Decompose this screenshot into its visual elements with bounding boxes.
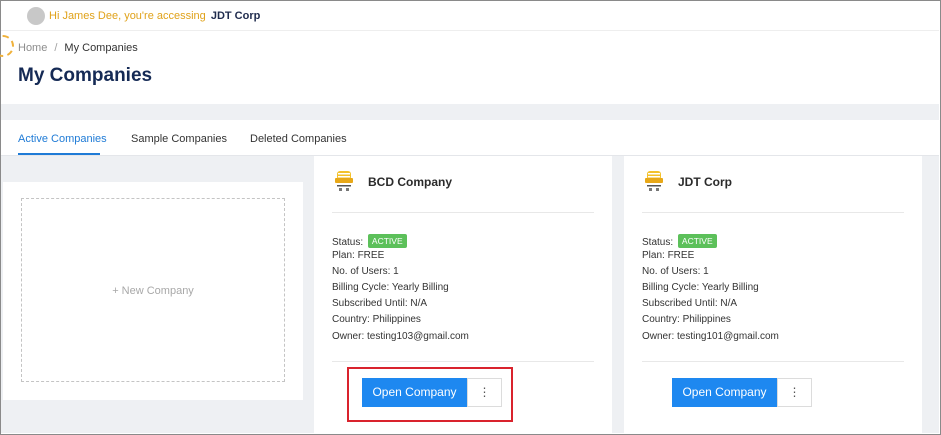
greeting-text: Hi James Dee, you're accessing — [49, 10, 206, 22]
loading-indicator-icon — [0, 35, 14, 57]
tab-sample-companies[interactable]: Sample Companies — [131, 133, 227, 145]
country-info: Country: Philippines — [332, 314, 421, 325]
company-logo-icon — [645, 171, 663, 191]
billing-info: Billing Cycle: Yearly Billing — [332, 282, 449, 293]
new-company-card: + New Company — [3, 182, 303, 400]
greeting: Hi James Dee, you're accessing JDT Corp — [49, 10, 260, 22]
plan-info: Plan: FREE — [642, 250, 695, 261]
users-info: No. of Users: 1 — [332, 266, 399, 277]
breadcrumb: Home / My Companies — [18, 42, 138, 54]
current-company-name: JDT Corp — [210, 10, 261, 22]
plan-info: Plan: FREE — [332, 250, 385, 261]
tab-deleted-companies[interactable]: Deleted Companies — [250, 133, 347, 145]
page-title: My Companies — [18, 65, 153, 86]
more-options-button[interactable]: ⋮ — [777, 378, 812, 407]
open-company-button[interactable]: Open Company — [672, 378, 777, 407]
company-name: JDT Corp — [678, 175, 732, 189]
avatar[interactable] — [27, 7, 45, 25]
top-bar: Hi James Dee, you're accessing JDT Corp — [1, 1, 939, 31]
company-card: JDT Corp Status: ACTIVE Plan: FREE No. o… — [624, 156, 922, 433]
new-company-button[interactable]: + New Company — [21, 198, 285, 382]
owner-info: Owner: testing103@gmail.com — [332, 331, 469, 342]
status-badge: ACTIVE — [677, 234, 717, 248]
tab-bar: Active Companies Sample Companies Delete… — [1, 120, 939, 156]
divider — [332, 361, 594, 362]
status-badge: ACTIVE — [367, 234, 407, 248]
breadcrumb-separator: / — [54, 42, 58, 54]
status-label: Status: — [642, 237, 674, 248]
divider — [642, 361, 904, 362]
owner-info: Owner: testing101@gmail.com — [642, 331, 779, 342]
page-header: Home / My Companies My Companies — [0, 32, 939, 104]
status-row: Status: ACTIVE — [642, 234, 717, 249]
active-tab-indicator — [18, 153, 100, 155]
breadcrumb-home-link[interactable]: Home — [18, 42, 47, 54]
new-company-label: + New Company — [112, 285, 194, 297]
divider — [1, 104, 939, 120]
country-info: Country: Philippines — [642, 314, 731, 325]
divider — [642, 212, 904, 213]
subscribed-info: Subscribed Until: N/A — [642, 298, 738, 309]
company-logo-icon — [335, 171, 353, 191]
users-info: No. of Users: 1 — [642, 266, 709, 277]
subscribed-info: Subscribed Until: N/A — [332, 298, 428, 309]
tab-active-companies[interactable]: Active Companies — [18, 133, 107, 145]
status-label: Status: — [332, 237, 364, 248]
breadcrumb-current: My Companies — [64, 42, 138, 54]
status-row: Status: ACTIVE — [332, 234, 407, 249]
company-name: BCD Company — [368, 175, 453, 189]
highlight-box — [347, 367, 513, 422]
billing-info: Billing Cycle: Yearly Billing — [642, 282, 759, 293]
divider — [332, 212, 594, 213]
